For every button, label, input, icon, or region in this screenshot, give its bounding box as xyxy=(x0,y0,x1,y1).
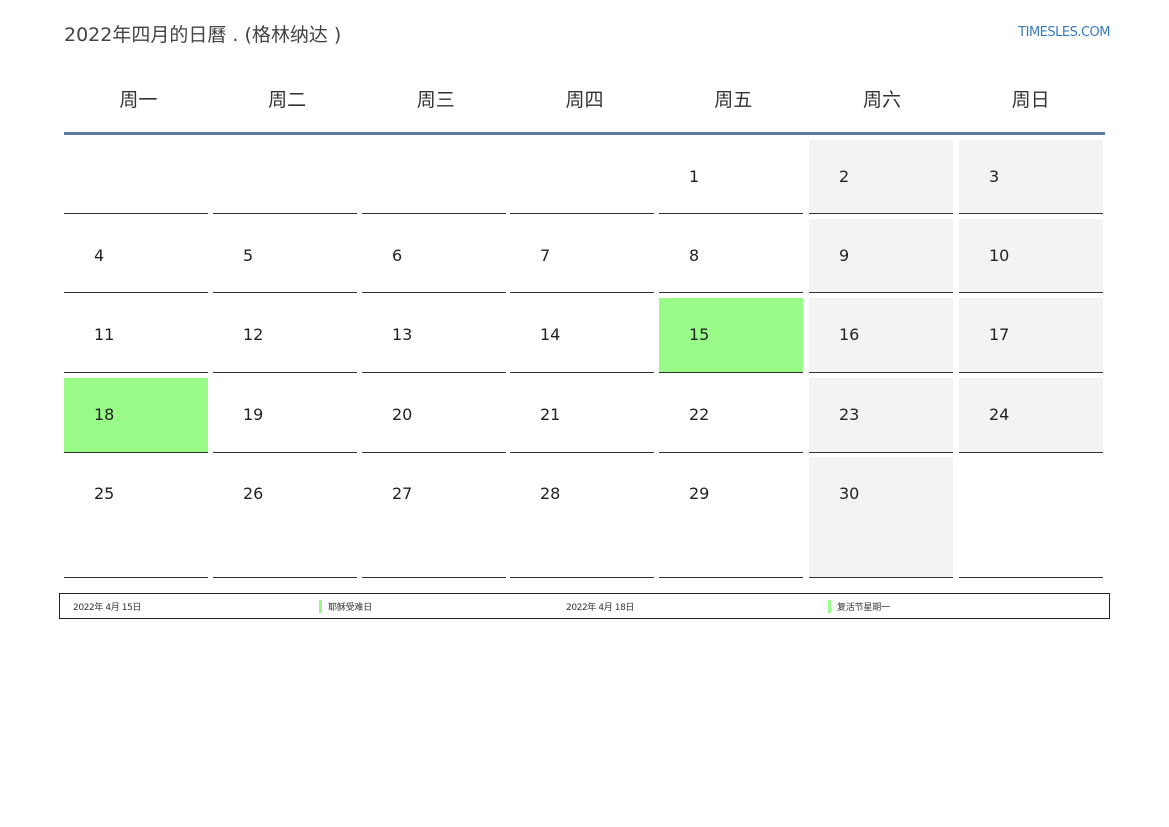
day-number: 25 xyxy=(94,484,115,503)
day-cell: 17 xyxy=(959,298,1103,373)
day-cell: 25 xyxy=(64,457,208,578)
day-number: 4 xyxy=(94,246,105,265)
day-number: 23 xyxy=(839,405,860,424)
weekday-friday: 周五 xyxy=(714,89,753,111)
day-cell: 20 xyxy=(362,378,506,453)
day-cell: 30 xyxy=(809,457,953,578)
day-cell: 23 xyxy=(809,378,953,453)
holiday-date: 2022年 4月 15日 xyxy=(73,603,142,613)
day-number: 26 xyxy=(243,484,264,503)
site-link[interactable]: TIMESLES.COM xyxy=(1018,25,1110,40)
day-cell: 19 xyxy=(213,378,357,453)
day-cell: 10 xyxy=(959,219,1103,293)
day-cell: 9 xyxy=(809,219,953,293)
day-cell: 29 xyxy=(659,457,803,578)
weekday-sunday: 周日 xyxy=(1011,89,1050,111)
day-number: 11 xyxy=(94,325,115,344)
weekday-tuesday: 周二 xyxy=(268,89,307,111)
empty-day-cell xyxy=(959,457,1103,578)
empty-day-cell xyxy=(362,140,506,214)
empty-day-cell xyxy=(213,140,357,214)
day-cell: 2 xyxy=(809,140,953,214)
day-number: 22 xyxy=(689,405,710,424)
empty-day-cell xyxy=(510,140,654,214)
day-number: 3 xyxy=(989,167,1000,186)
weekday-monday: 周一 xyxy=(119,89,158,111)
day-cell: 26 xyxy=(213,457,357,578)
page-title: 2022年四月的日曆 . (格林纳达 ) xyxy=(64,24,342,46)
day-cell: 21 xyxy=(510,378,654,453)
day-cell: 8 xyxy=(659,219,803,293)
day-number: 9 xyxy=(839,246,850,265)
day-number: 17 xyxy=(989,325,1010,344)
day-cell: 24 xyxy=(959,378,1103,453)
day-cell: 1 xyxy=(659,140,803,214)
day-number: 16 xyxy=(839,325,860,344)
holiday-legend: 2022年 4月 15日 耶稣受难日 2022年 4月 18日 复活节星期一 xyxy=(59,593,1110,619)
day-number: 24 xyxy=(989,405,1010,424)
day-number: 18 xyxy=(94,405,115,424)
day-cell: 5 xyxy=(213,219,357,293)
day-number: 29 xyxy=(689,484,710,503)
day-number: 7 xyxy=(540,246,551,265)
day-number: 5 xyxy=(243,246,254,265)
day-number: 8 xyxy=(689,246,700,265)
day-cell: 7 xyxy=(510,219,654,293)
day-number: 28 xyxy=(540,484,561,503)
weekday-wednesday: 周三 xyxy=(416,89,455,111)
day-number: 19 xyxy=(243,405,264,424)
day-cell: 6 xyxy=(362,219,506,293)
day-cell: 11 xyxy=(64,298,208,373)
weekday-saturday: 周六 xyxy=(862,89,901,111)
day-number: 13 xyxy=(392,325,413,344)
holiday-name: 耶稣受难日 xyxy=(319,600,372,613)
day-number: 20 xyxy=(392,405,413,424)
day-number: 15 xyxy=(689,325,710,344)
day-number: 14 xyxy=(540,325,561,344)
day-cell: 28 xyxy=(510,457,654,578)
holiday-name: 复活节星期一 xyxy=(828,600,890,613)
day-number: 27 xyxy=(392,484,413,503)
day-cell: 16 xyxy=(809,298,953,373)
day-number: 1 xyxy=(689,167,700,186)
day-cell: 18 xyxy=(64,378,208,453)
weekday-thursday: 周四 xyxy=(565,89,604,111)
day-number: 6 xyxy=(392,246,403,265)
day-cell: 27 xyxy=(362,457,506,578)
day-cell: 12 xyxy=(213,298,357,373)
day-cell: 4 xyxy=(64,219,208,293)
day-cell: 13 xyxy=(362,298,506,373)
day-cell: 15 xyxy=(659,298,803,373)
day-number: 10 xyxy=(989,246,1010,265)
empty-day-cell xyxy=(64,140,208,214)
day-cell: 14 xyxy=(510,298,654,373)
day-number: 21 xyxy=(540,405,561,424)
day-cell: 22 xyxy=(659,378,803,453)
holiday-date: 2022年 4月 18日 xyxy=(566,603,635,613)
day-number: 30 xyxy=(839,484,860,503)
day-number: 12 xyxy=(243,325,264,344)
weekday-header: 周一 周二 周三 周四 周五 周六 周日 xyxy=(64,82,1105,135)
day-cell: 3 xyxy=(959,140,1103,214)
day-number: 2 xyxy=(839,167,850,186)
